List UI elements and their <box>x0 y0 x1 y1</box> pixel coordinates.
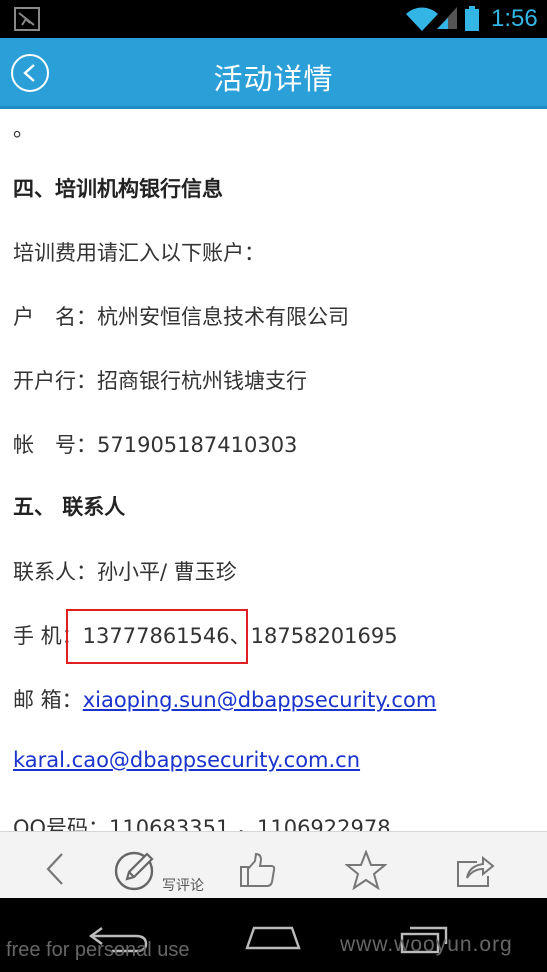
account-name-line: 户 名：杭州安恒信息技术有限公司 <box>13 305 349 329</box>
email-label: 邮 箱： <box>13 688 83 712</box>
status-time: 1:56 <box>491 5 538 32</box>
bank-line: 开户行：招商银行杭州钱塘支行 <box>13 369 307 393</box>
section-heading: 四、培训机构银行信息 <box>13 177 223 201</box>
comment-label[interactable]: 写评论 <box>162 875 204 895</box>
wifi-icon <box>406 7 438 31</box>
thumbs-up-icon[interactable] <box>239 851 277 889</box>
page-title: 活动详情 <box>213 62 334 96</box>
watermark-right: www.wooyun.org <box>340 933 513 956</box>
contact-line: 联系人：孙小平/ 曹玉珍 <box>13 560 237 584</box>
email-link[interactable]: karal.cao@dbappsecurity.com.cn <box>13 748 360 772</box>
chevron-left-icon[interactable] <box>44 852 66 886</box>
phone-highlight-box <box>66 609 248 664</box>
battery-icon <box>465 6 479 31</box>
star-icon[interactable] <box>345 850 387 890</box>
pencil-icon[interactable] <box>114 849 158 891</box>
article-content: 。 四、培训机构银行信息 培训费用请汇入以下账户： 户 名：杭州安恒信息技术有限… <box>0 109 547 831</box>
email-line: 邮 箱：xiaoping.sun@dbappsecurity.com <box>13 684 436 714</box>
app-header: 活动详情 <box>0 38 547 109</box>
email-line: karal.cao@dbappsecurity.com.cn <box>13 748 360 772</box>
watermark-left: free for personal use <box>6 939 190 961</box>
qq-line: QQ号码：110683351 ，1106922978 <box>13 816 391 831</box>
email-link[interactable]: xiaoping.sun@dbappsecurity.com <box>83 688 437 712</box>
signal-icon <box>437 7 457 29</box>
account-number-line: 帐 号：571905187410303 <box>13 433 298 457</box>
section-heading: 五、 联系人 <box>13 495 126 519</box>
text-line: 培训费用请汇入以下账户： <box>13 241 265 265</box>
text-line: 。 <box>13 117 34 141</box>
share-icon[interactable] <box>455 852 495 888</box>
home-nav-icon[interactable] <box>244 924 302 950</box>
notification-icon <box>14 7 40 31</box>
bottom-toolbar: 写评论 <box>0 831 547 898</box>
status-bar: 1:56 <box>0 0 547 38</box>
